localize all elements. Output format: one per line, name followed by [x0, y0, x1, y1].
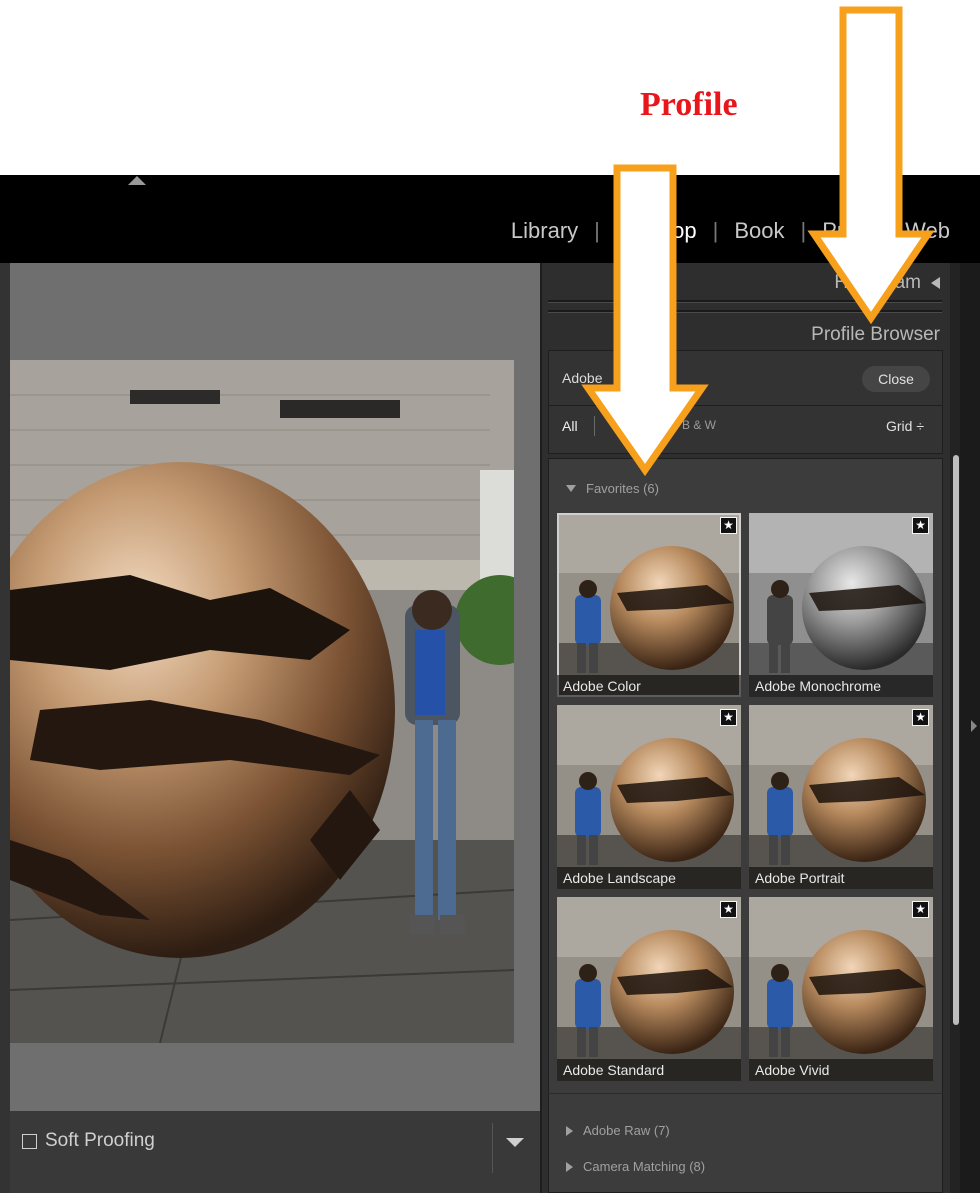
- expand-icon: [566, 1125, 573, 1136]
- annotation-arrow-profile-browser: [807, 6, 935, 325]
- profile-thumbnail[interactable]: ★ Adobe Portrait: [749, 705, 933, 889]
- expand-icon: [566, 485, 576, 492]
- module-book[interactable]: Book: [734, 218, 784, 243]
- checkbox-icon[interactable]: [22, 1133, 37, 1149]
- profile-thumbnail[interactable]: ★ Adobe Standard: [557, 897, 741, 1081]
- profile-thumbnail[interactable]: ★ Adobe Vivid: [749, 897, 933, 1081]
- profile-name: Adobe Vivid: [749, 1059, 933, 1081]
- close-button[interactable]: Close: [862, 366, 930, 392]
- group-label: Camera Matching (8): [583, 1159, 706, 1174]
- favorite-star-icon[interactable]: ★: [720, 901, 737, 918]
- favorite-star-icon[interactable]: ★: [720, 517, 737, 534]
- favorite-star-icon[interactable]: ★: [912, 709, 929, 726]
- annotation-profile-label: Profile: [640, 86, 738, 123]
- module-library[interactable]: Library: [511, 218, 578, 243]
- profile-name: Adobe Portrait: [749, 867, 933, 889]
- soft-proofing-label: Soft Proofing: [45, 1130, 155, 1151]
- profile-thumbnail[interactable]: ★ Adobe Monochrome: [749, 513, 933, 697]
- soft-proofing-toggle[interactable]: Soft Proofing: [22, 1130, 155, 1152]
- group-adobe-raw[interactable]: Adobe Raw (7): [566, 1123, 670, 1138]
- profile-thumbnail[interactable]: ★ Adobe Color: [557, 513, 741, 697]
- group-camera-matching[interactable]: Camera Matching (8): [566, 1159, 705, 1174]
- top-panel-toggle-icon[interactable]: [128, 176, 146, 185]
- group-label: Adobe Raw (7): [583, 1123, 670, 1138]
- favorites-label: Favorites (6): [586, 481, 659, 496]
- divider: [548, 1093, 943, 1094]
- favorite-star-icon[interactable]: ★: [720, 709, 737, 726]
- toolbar-divider: [492, 1123, 493, 1173]
- expand-icon: [566, 1161, 573, 1172]
- scrollbar-thumb[interactable]: [953, 455, 959, 1025]
- profile-name: Adobe Standard: [557, 1059, 741, 1081]
- right-panel-toggle-icon[interactable]: [971, 720, 977, 732]
- toolbar: [0, 1111, 540, 1193]
- profile-thumbnail[interactable]: ★ Adobe Landscape: [557, 705, 741, 889]
- favorites-header[interactable]: Favorites (6): [566, 481, 659, 496]
- main-photo: [10, 360, 514, 1043]
- profile-name: Adobe Monochrome: [749, 675, 933, 697]
- profile-name: Adobe Color: [557, 675, 741, 697]
- filter-all[interactable]: All: [562, 418, 578, 434]
- view-mode-select[interactable]: Grid ÷: [886, 418, 924, 434]
- favorite-star-icon[interactable]: ★: [912, 517, 929, 534]
- toolbar-menu-icon[interactable]: [506, 1138, 524, 1147]
- profile-name: Adobe Landscape: [557, 867, 741, 889]
- favorite-star-icon[interactable]: ★: [912, 901, 929, 918]
- annotation-arrow-favorites: [581, 164, 709, 477]
- panel-edge: [960, 263, 980, 1193]
